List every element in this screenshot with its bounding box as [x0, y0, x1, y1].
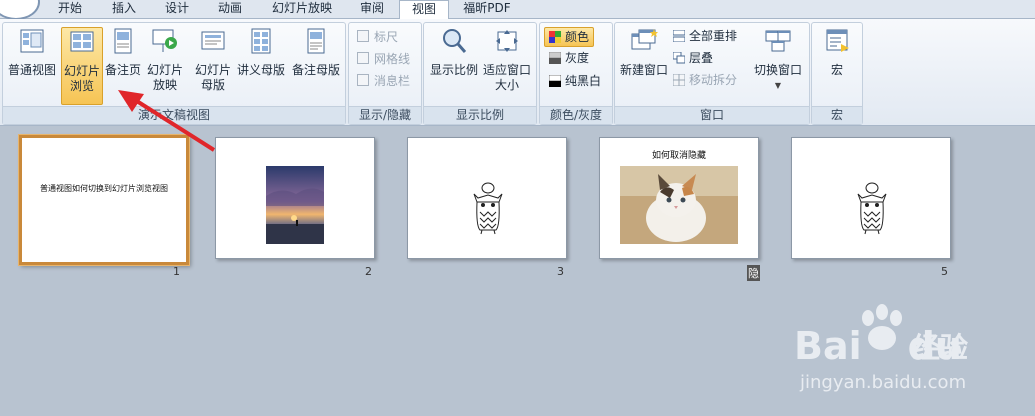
group-label-zoom: 显示比例 — [424, 106, 536, 124]
tab-review[interactable]: 审阅 — [352, 0, 392, 18]
group-label-show-hide: 显示/隐藏 — [349, 106, 421, 124]
kitten-photo — [620, 166, 738, 244]
color-swatch-icon — [549, 31, 561, 43]
zoom-label: 显示比例 — [429, 63, 478, 77]
zoom-button[interactable]: 显示比例 — [428, 27, 480, 78]
group-label-color-grayscale: 颜色/灰度 — [540, 106, 612, 124]
black-white-button[interactable]: 纯黑白 — [549, 73, 601, 89]
fit-to-window-button[interactable]: 适应窗口大小 — [482, 27, 532, 93]
macro-icon — [826, 29, 849, 52]
grayscale-button[interactable]: 灰度 — [549, 50, 589, 66]
tab-view[interactable]: 视图 — [399, 0, 449, 20]
notes-master-icon — [307, 28, 325, 54]
ribbon-tab-bar: 开始 插入 设计 动画 幻灯片放映 审阅 视图 福昕PDF — [0, 0, 1035, 20]
gridlines-label: 网格线 — [374, 52, 411, 66]
dropdown-arrow-icon: ▼ — [774, 81, 782, 90]
switch-window-button[interactable]: 切换窗口 ▼ — [751, 27, 805, 93]
group-zoom: 显示比例 适应窗口大小 显示比例 — [423, 22, 537, 125]
watermark-url: jingyan.baidu.com — [800, 372, 967, 393]
move-split-icon — [673, 74, 685, 86]
new-window-button[interactable]: 新建窗口 — [617, 27, 671, 78]
switch-window-icon — [765, 30, 791, 52]
grayscale-icon — [549, 52, 561, 64]
ruler-checkbox[interactable]: 标尺 — [357, 29, 398, 45]
macros-label: 宏 — [830, 63, 843, 77]
group-show-hide: 标尺 网格线 消息栏 显示/隐藏 — [348, 22, 422, 125]
slide-title: 普通视图如何切换到幻灯片浏览视图 — [40, 184, 168, 193]
slide-number: 5 — [941, 265, 948, 278]
group-window: 新建窗口 全部重排 层叠 移动拆分 切换窗口 ▼ 窗口 — [614, 22, 810, 125]
notes-master-label: 备注母版 — [291, 63, 340, 77]
move-split-label: 移动拆分 — [689, 73, 738, 87]
slideshow-icon — [152, 29, 177, 52]
group-label-window: 窗口 — [615, 106, 809, 124]
cascade-button[interactable]: 层叠 — [673, 50, 713, 66]
fit-window-icon — [496, 30, 518, 52]
tab-foxit-pdf[interactable]: 福昕PDF — [458, 0, 516, 18]
sunset-photo — [266, 166, 324, 244]
slide-sorter-label: 幻灯片浏览 — [63, 64, 100, 93]
normal-view-label: 普通视图 — [7, 63, 56, 77]
move-split-button[interactable]: 移动拆分 — [673, 72, 737, 88]
notes-page-label: 备注页 — [104, 63, 141, 77]
slide-thumbnail[interactable]: 如何取消隐藏 — [599, 137, 759, 259]
hidden-slide-number: 隐 — [747, 265, 760, 281]
color-button[interactable]: 颜色 — [544, 27, 595, 47]
cartoon-owl-icon — [473, 182, 503, 235]
black-white-icon — [549, 75, 561, 87]
tab-slideshow[interactable]: 幻灯片放映 — [264, 0, 340, 18]
color-label: 颜色 — [565, 30, 590, 44]
new-window-icon — [631, 29, 658, 50]
handout-master-button[interactable]: 讲义母版 — [235, 27, 287, 78]
new-window-label: 新建窗口 — [619, 63, 668, 77]
slide-title: 如何取消隐藏 — [651, 151, 706, 161]
slide-number: 2 — [365, 265, 372, 278]
tab-insert[interactable]: 插入 — [104, 0, 144, 18]
slide-number: 3 — [557, 265, 564, 278]
group-macro: 宏 宏 — [811, 22, 863, 125]
jingyan-text: 经验 — [912, 331, 969, 364]
tab-animation[interactable]: 动画 — [210, 0, 250, 18]
slide-sorter-button[interactable]: 幻灯片浏览 — [61, 27, 103, 105]
slide-number: 1 — [173, 265, 180, 278]
ruler-label: 标尺 — [374, 30, 399, 44]
tab-home[interactable]: 开始 — [50, 0, 90, 18]
handout-master-icon — [251, 28, 271, 54]
message-bar-checkbox[interactable]: 消息栏 — [357, 73, 410, 89]
arrange-all-button[interactable]: 全部重排 — [673, 28, 737, 44]
red-arrow-annotation — [118, 90, 216, 152]
switch-window-label: 切换窗口 — [753, 63, 802, 77]
slide-canvas: 普通视图如何切换到幻灯片浏览视图 — [24, 140, 184, 260]
notes-page-icon — [114, 28, 132, 54]
cartoon-owl-icon — [857, 182, 887, 235]
normal-view-button[interactable]: 普通视图 — [5, 27, 59, 105]
tab-design[interactable]: 设计 — [157, 0, 197, 18]
black-white-label: 纯黑白 — [565, 74, 602, 88]
notes-page-button[interactable]: 备注页 — [103, 27, 143, 78]
group-label-macro: 宏 — [812, 106, 862, 124]
notes-master-button[interactable]: 备注母版 — [289, 27, 343, 78]
slide-thumbnail[interactable] — [407, 137, 567, 259]
arrange-all-label: 全部重排 — [689, 29, 738, 43]
normal-view-icon — [20, 29, 44, 53]
cascade-icon — [673, 52, 685, 64]
fit-to-window-label: 适应窗口大小 — [482, 63, 531, 92]
group-color-grayscale: 颜色 灰度 纯黑白 颜色/灰度 — [539, 22, 613, 125]
slide-sorter-icon — [70, 31, 94, 52]
slide-master-icon — [201, 31, 225, 50]
macros-button[interactable]: 宏 — [818, 27, 856, 78]
handout-master-label: 讲义母版 — [236, 63, 285, 77]
message-bar-label: 消息栏 — [374, 74, 411, 88]
slide-thumbnail[interactable] — [215, 137, 375, 259]
slide-thumbnail[interactable] — [791, 137, 951, 259]
office-button[interactable] — [0, 0, 40, 20]
magnifier-icon — [443, 29, 467, 53]
arrange-all-icon — [673, 30, 685, 42]
gridlines-checkbox[interactable]: 网格线 — [357, 51, 410, 67]
grayscale-label: 灰度 — [565, 51, 590, 65]
cascade-label: 层叠 — [689, 51, 714, 65]
